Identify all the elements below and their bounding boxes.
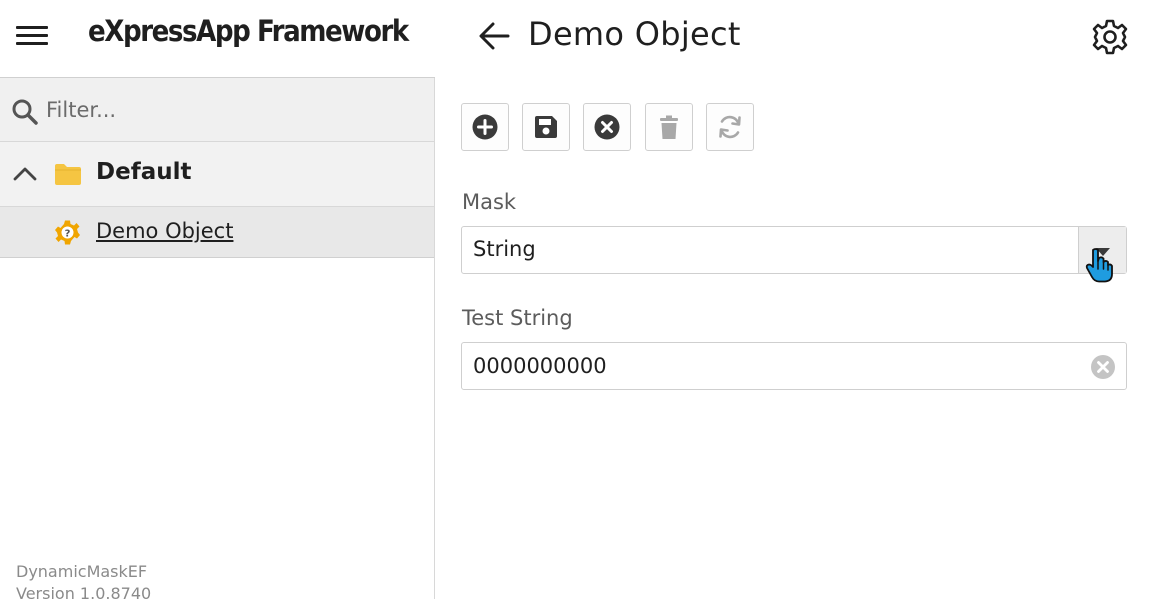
navigation-sidebar: Default ? Demo Object DynamicMaskEF Vers…: [0, 77, 435, 599]
delete-button[interactable]: [645, 103, 693, 151]
add-circle-icon: [472, 114, 498, 140]
hand-pointer-cursor-icon: [1084, 247, 1114, 283]
save-button[interactable]: [522, 103, 570, 151]
refresh-button[interactable]: [706, 103, 754, 151]
app-name: DynamicMaskEF: [16, 562, 148, 581]
app-title: eXpressApp Framework: [88, 14, 409, 48]
mask-combobox[interactable]: String: [461, 226, 1127, 283]
svg-text:?: ?: [65, 229, 71, 240]
test-string-label: Test String: [462, 306, 573, 330]
nav-item-label[interactable]: Demo Object: [96, 219, 233, 243]
business-object-icon: ?: [54, 219, 81, 246]
test-string-field[interactable]: [461, 342, 1127, 390]
view-title: Demo Object: [528, 15, 741, 53]
nav-group-default[interactable]: Default: [0, 142, 434, 207]
test-string-input[interactable]: [473, 351, 1073, 381]
app-version: Version 1.0.8740: [16, 584, 152, 599]
mask-value[interactable]: String: [473, 237, 536, 261]
save-icon: [535, 116, 557, 138]
cancel-circle-icon: [594, 114, 620, 140]
mask-dropdown-button[interactable]: [1078, 227, 1126, 283]
nav-item-demo-object[interactable]: ? Demo Object: [0, 207, 434, 258]
nav-group-label: Default: [96, 159, 192, 185]
refresh-icon: [719, 115, 741, 139]
cancel-button[interactable]: [583, 103, 631, 151]
folder-icon: [54, 162, 82, 186]
back-arrow-icon[interactable]: [476, 18, 512, 54]
search-icon: [11, 98, 39, 126]
app-info: DynamicMaskEF Version 1.0.8740: [16, 561, 151, 599]
new-button[interactable]: [461, 103, 509, 151]
clear-circle-icon[interactable]: [1090, 354, 1116, 380]
hamburger-menu-icon[interactable]: [14, 22, 50, 52]
mask-label: Mask: [462, 190, 517, 214]
delete-icon: [660, 115, 678, 139]
chevron-up-icon[interactable]: [12, 164, 38, 184]
filter-box: [0, 78, 434, 142]
gear-icon[interactable]: [1091, 18, 1129, 56]
app-header: eXpressApp Framework Demo Object: [0, 0, 1150, 77]
filter-input[interactable]: [46, 90, 416, 130]
